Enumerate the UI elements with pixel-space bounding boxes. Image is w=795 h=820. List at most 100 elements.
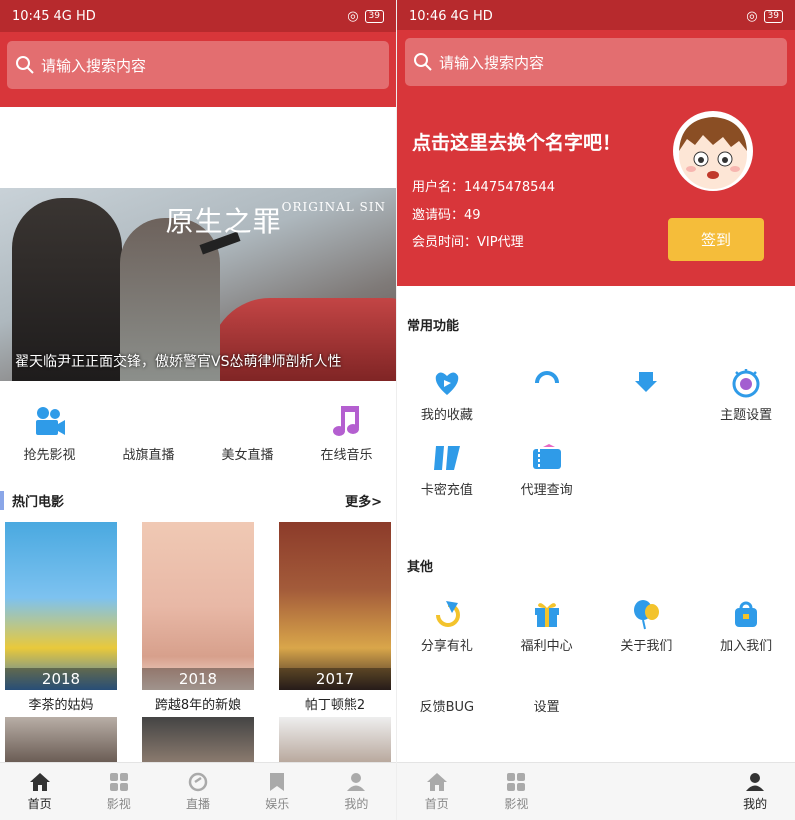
live-icon (188, 772, 208, 791)
gift-icon (534, 603, 559, 627)
movie-poster: 2017 (279, 522, 391, 690)
grid-item-card-recharge[interactable]: 卡密充值 (397, 437, 497, 512)
quick-links: 抢先影视 战旗直播 美女直播 在线音乐 (0, 400, 396, 463)
tab-home[interactable]: 首页 (0, 763, 79, 820)
movie-card[interactable] (142, 717, 254, 762)
movie-list-row2 (5, 717, 391, 762)
tab-live[interactable]: 直播 (158, 763, 237, 820)
alarm-icon: ◎ (347, 8, 359, 24)
signal-text: 4G HD (53, 8, 96, 24)
tab-home[interactable]: 首页 (397, 763, 477, 820)
search-icon (414, 53, 432, 71)
quick-item-movies[interactable]: 抢先影视 (0, 400, 99, 463)
grid-label: 福利中心 (520, 639, 573, 654)
card-icon (433, 446, 460, 470)
profile-invite-code: 邀请码：49 (412, 208, 481, 223)
tab-label: 娱乐 (265, 796, 290, 811)
movie-poster (5, 717, 117, 762)
search-icon (16, 56, 34, 74)
tab-movies[interactable]: 影视 (477, 763, 557, 820)
eye-icon (732, 369, 760, 398)
cartoon-face-icon (679, 117, 747, 189)
home-icon (29, 772, 50, 791)
grid-item-about[interactable]: 关于我们 (597, 593, 697, 668)
tab-mine[interactable]: 我的 (317, 763, 396, 820)
avatar[interactable] (673, 111, 753, 191)
movie-poster (142, 717, 254, 762)
more-link[interactable]: 更多> (345, 491, 382, 510)
search-input[interactable]: 请输入搜索内容 (405, 38, 787, 86)
tab-live[interactable] (556, 763, 636, 820)
other-grid: 分享有礼 福利中心 关于我们 加入我们 反馈BUG 设置 (397, 593, 795, 743)
movie-card[interactable] (279, 717, 391, 762)
movie-card[interactable]: 2018 李茶的姑妈 (5, 522, 117, 713)
movie-poster: 2018 (142, 522, 254, 690)
status-bar: 10:45 4G HD ◎ 39 (0, 0, 396, 32)
grid-label: 主题设置 (720, 408, 773, 423)
tab-label: 首页 (27, 796, 52, 811)
hero-banner[interactable]: 原生之罪ORIGINAL SIN 翟天临尹正正面交锋，傲娇警官VS怂萌律师剖析人… (0, 188, 396, 381)
movie-year: 2017 (279, 668, 391, 690)
movie-list: 2018 李茶的姑妈 2018 跨越8年的新娘 2017 帕丁顿熊2 (5, 522, 391, 713)
balloon-icon (634, 600, 660, 630)
movie-card[interactable] (5, 717, 117, 762)
profile-screen: 10:46 4G HD ◎ 39 请输入搜索内容 点击这里去换个名字吧！ 用户名… (396, 0, 795, 820)
tab-entertainment[interactable]: 娱乐 (238, 763, 317, 820)
quick-label: 美女直播 (221, 448, 274, 463)
bookmark-icon (270, 772, 285, 791)
movie-title: 跨越8年的新娘 (154, 698, 242, 713)
signin-button[interactable]: 签到 (668, 218, 764, 261)
banner-title: 原生之罪ORIGINAL SIN (165, 200, 386, 238)
grid-icon (507, 772, 526, 791)
section-title: 热门电影 (0, 490, 64, 510)
tab-movies[interactable]: 影视 (79, 763, 158, 820)
tab-label: 直播 (186, 796, 211, 811)
video-camera-icon (35, 407, 65, 435)
search-input[interactable]: 请输入搜索内容 (7, 41, 389, 89)
grid-item-favorites[interactable]: 我的收藏 (397, 362, 497, 437)
grid-label: 关于我们 (620, 639, 673, 654)
home-screen: 10:45 4G HD ◎ 39 请输入搜索内容 原生之罪ORIGINAL SI… (0, 0, 396, 820)
quick-label: 在线音乐 (320, 448, 373, 463)
tab-entertainment[interactable] (636, 763, 716, 820)
profile-name[interactable]: 点击这里去换个名字吧！ (412, 128, 621, 155)
download-icon (635, 372, 658, 392)
grid-item-join[interactable]: 加入我们 (696, 593, 795, 668)
bottom-nav: 首页 影视 我的 (397, 762, 795, 820)
grid-item-theme[interactable]: 主题设置 (696, 362, 795, 437)
grid-item-feedback[interactable]: 反馈BUG (397, 668, 497, 743)
refresh-icon (534, 371, 559, 384)
profile-vip: 会员时间：VIP代理 (412, 235, 524, 250)
grid-item-welfare[interactable]: 福利中心 (497, 593, 597, 668)
profile-username: 用户名：14475478544 (412, 180, 555, 195)
grid-item-settings[interactable]: 设置 (497, 668, 597, 743)
movie-title: 帕丁顿熊2 (304, 698, 366, 713)
movie-card[interactable]: 2017 帕丁顿熊2 (279, 522, 391, 713)
section-title: 常用功能 (407, 319, 460, 334)
grid-item-refresh[interactable] (497, 362, 597, 437)
quick-item-live[interactable]: 战旗直播 (99, 400, 198, 463)
signal-text: 4G HD (450, 8, 493, 24)
tab-mine[interactable]: 我的 (715, 763, 795, 820)
banner-caption: 翟天临尹正正面交锋，傲娇警官VS怂萌律师剖析人性 (15, 354, 342, 370)
tab-label: 影视 (106, 796, 131, 811)
quick-item-music[interactable]: 在线音乐 (297, 400, 396, 463)
section-title: 其他 (407, 560, 434, 575)
movie-poster (279, 717, 391, 762)
grid-label: 反馈BUG (419, 700, 475, 715)
heart-icon (435, 372, 459, 395)
status-bar: 10:46 4G HD ◎ 39 (397, 0, 795, 32)
grid-item-share[interactable]: 分享有礼 (397, 593, 497, 668)
grid-label: 分享有礼 (420, 639, 473, 654)
tab-label: 影视 (504, 796, 529, 811)
user-icon (347, 772, 366, 791)
movie-title: 李茶的姑妈 (28, 698, 94, 713)
grid-item-download[interactable] (597, 362, 697, 437)
user-icon (746, 772, 765, 791)
alarm-icon: ◎ (746, 8, 758, 24)
grid-label: 代理查询 (520, 483, 573, 498)
grid-item-agent-query[interactable]: 代理查询 (497, 437, 597, 512)
quick-item-beauty-live[interactable]: 美女直播 (198, 400, 297, 463)
movie-year: 2018 (5, 668, 117, 690)
movie-card[interactable]: 2018 跨越8年的新娘 (142, 522, 254, 713)
